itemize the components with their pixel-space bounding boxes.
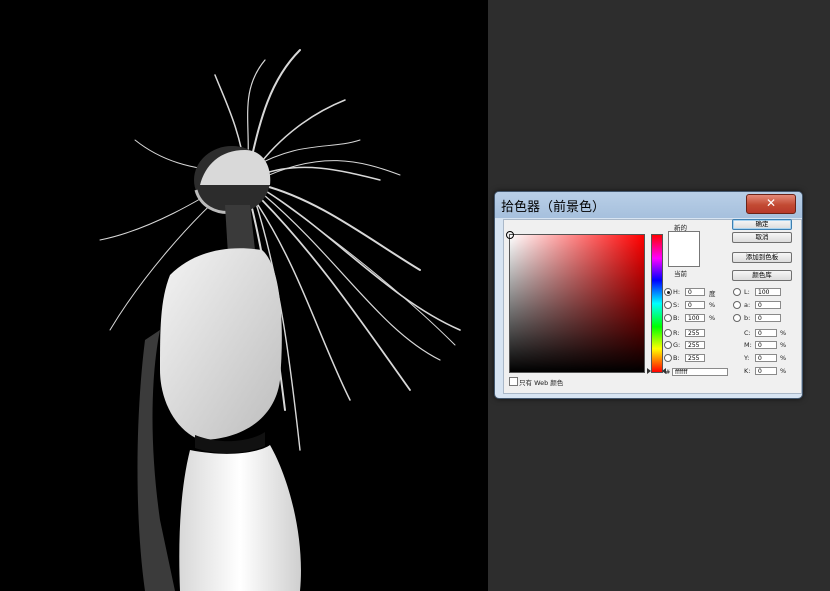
input-h[interactable]: 0 [685,288,705,296]
add-to-swatches-button[interactable]: 添加到色板 [732,252,792,263]
radio-g[interactable] [664,341,672,349]
current-color-label: 当前 [674,270,687,278]
label-m: M: [744,341,752,349]
color-field-marker[interactable] [506,231,514,239]
input-a[interactable]: 0 [755,301,781,309]
label-blue: B: [673,354,680,362]
radio-blue[interactable] [664,354,672,362]
hex-input[interactable]: ffffff [672,368,728,376]
input-lab-b[interactable]: 0 [755,314,781,322]
unit-m: % [780,341,787,349]
radio-r[interactable] [664,329,672,337]
label-r: R: [673,329,680,337]
input-s[interactable]: 0 [685,301,705,309]
hue-slider[interactable] [651,234,663,373]
input-m[interactable]: 0 [755,341,777,349]
color-libraries-button[interactable]: 颜色库 [732,270,792,281]
color-picker-dialog: 拾色器（前景色） ✕ 新的 当前 确定 取消 添加到色板 颜色库 H: 0 度 … [494,191,803,399]
label-c: C: [744,329,751,337]
document-canvas[interactable] [0,0,488,591]
input-g[interactable]: 255 [685,341,705,349]
input-y[interactable]: 0 [755,354,777,362]
dialog-body: 新的 当前 确定 取消 添加到色板 颜色库 H: 0 度 S: 0 % B: 1… [503,219,802,394]
input-blue[interactable]: 255 [685,354,705,362]
dialog-title: 拾色器（前景色） [501,200,606,215]
radio-lab-b[interactable] [733,314,741,322]
label-k: K: [744,367,751,375]
radio-l[interactable] [733,288,741,296]
dialog-titlebar[interactable]: 拾色器（前景色） ✕ [495,192,802,218]
input-l[interactable]: 100 [755,288,781,296]
input-c[interactable]: 0 [755,329,777,337]
label-lab-b: b: [744,314,751,322]
radio-b[interactable] [664,314,672,322]
input-k[interactable]: 0 [755,367,777,375]
unit-s: % [709,301,716,309]
unit-h: 度 [709,290,716,298]
radio-a[interactable] [733,301,741,309]
unit-k: % [780,367,787,375]
unit-b: % [709,314,716,322]
label-s: S: [673,301,680,309]
close-button[interactable]: ✕ [746,194,796,214]
label-l: L: [744,288,750,296]
radio-h[interactable] [664,288,672,296]
web-colors-only-checkbox[interactable] [509,377,518,386]
input-r[interactable]: 255 [685,329,705,337]
label-h: H: [673,288,681,296]
hue-slider-left-arrow-icon[interactable] [647,368,651,374]
inverted-portrait-image [99,49,461,591]
cancel-button[interactable]: 取消 [732,232,792,243]
label-y: Y: [744,354,750,362]
input-b[interactable]: 100 [685,314,705,322]
label-b: B: [673,314,680,322]
new-current-swatch[interactable] [668,231,700,267]
color-field[interactable] [506,231,645,373]
unit-y: % [780,354,787,362]
unit-c: % [780,329,787,337]
radio-s[interactable] [664,301,672,309]
web-colors-only-label: 只有 Web 颜色 [519,379,564,387]
label-g: G: [673,341,681,349]
ok-button[interactable]: 确定 [732,219,792,230]
hex-label: # [665,368,671,376]
label-a: a: [744,301,751,309]
